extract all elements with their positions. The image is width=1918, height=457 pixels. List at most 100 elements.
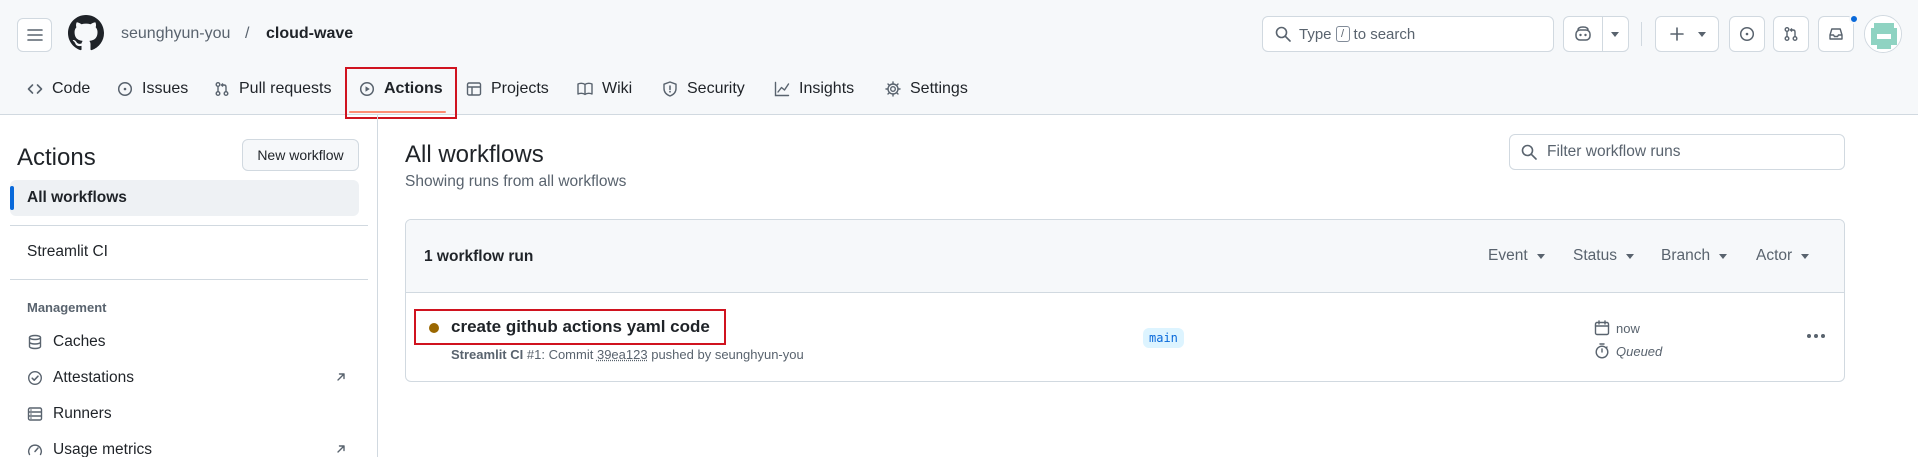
- chevron-down-icon: [1611, 31, 1620, 37]
- actions-tab-highlight-box: [345, 67, 457, 119]
- tab-projects[interactable]: Projects: [466, 77, 549, 101]
- sidebar-item-label: Caches: [53, 333, 106, 350]
- workflow-run-meta: Streamlit CI #1: Commit 39ea123 pushed b…: [451, 347, 804, 362]
- sidebar-item-label: Streamlit CI: [27, 243, 108, 260]
- plus-icon: [1669, 26, 1685, 42]
- sidebar-item-runners[interactable]: Runners: [10, 396, 359, 432]
- github-logo-icon[interactable]: [68, 15, 104, 51]
- calendar-icon: [1594, 320, 1610, 336]
- sidebar-border: [377, 115, 378, 457]
- git-pull-request-icon: [214, 81, 230, 97]
- commit-sha-link[interactable]: 39ea123: [597, 347, 648, 362]
- run-time-text: now: [1616, 320, 1640, 336]
- book-icon: [577, 81, 593, 97]
- chevron-down-icon: [1536, 253, 1545, 259]
- sidebar-item-streamlit-ci[interactable]: Streamlit CI: [10, 234, 359, 270]
- actor-filter-dropdown[interactable]: Actor: [1756, 247, 1810, 265]
- filter-workflow-runs-input[interactable]: Filter workflow runs: [1509, 134, 1845, 170]
- run-status-text: Queued: [1616, 343, 1663, 359]
- tab-issues[interactable]: Issues: [117, 77, 188, 101]
- copilot-button-group: [1563, 16, 1629, 52]
- notifications-button[interactable]: [1818, 16, 1854, 52]
- stopwatch-icon: [1594, 343, 1610, 359]
- sidebar-item-caches[interactable]: Caches: [10, 324, 359, 360]
- tab-pull-requests-label: Pull requests: [239, 80, 332, 97]
- global-search-input[interactable]: Type / to search: [1262, 16, 1554, 52]
- branch-filter-dropdown[interactable]: Branch: [1661, 247, 1728, 265]
- avatar[interactable]: [1864, 15, 1902, 53]
- sidebar-divider: [10, 225, 368, 226]
- kebab-dot: [1807, 334, 1811, 338]
- hamburger-icon: [26, 27, 43, 43]
- workflow-runs-count: 1 workflow run: [424, 248, 534, 265]
- filter-placeholder: Filter workflow runs: [1547, 143, 1681, 160]
- run-workflow-name: Streamlit CI: [451, 347, 524, 362]
- open-menu-button[interactable]: [17, 18, 52, 52]
- copilot-dropdown-button[interactable]: [1603, 17, 1628, 51]
- sidebar-divider: [10, 279, 368, 280]
- status-filter-dropdown[interactable]: Status: [1573, 247, 1634, 265]
- breadcrumb-repo[interactable]: cloud-wave: [266, 24, 353, 44]
- tab-settings-label: Settings: [910, 80, 968, 97]
- tab-wiki-label: Wiki: [602, 80, 633, 97]
- run-number: #1: [526, 347, 542, 362]
- tab-security-label: Security: [687, 80, 745, 97]
- sidebar-item-attestations[interactable]: Attestations: [10, 360, 359, 396]
- run-timestamp: now: [1594, 320, 1640, 336]
- run-title-highlight-box: [414, 309, 726, 345]
- copilot-button[interactable]: [1564, 17, 1603, 51]
- search-icon: [1521, 144, 1537, 160]
- external-link-icon: [335, 443, 347, 455]
- sidebar-item-label: All workflows: [27, 189, 127, 206]
- search-icon: [1275, 26, 1291, 42]
- sidebar-item-label: Runners: [53, 405, 112, 422]
- issue-opened-icon: [1739, 26, 1755, 42]
- event-filter-label: Event: [1488, 247, 1528, 264]
- your-pull-requests-button[interactable]: [1773, 16, 1809, 52]
- run-duration: Queued: [1594, 343, 1662, 359]
- run-pushed-by: pushed by seunghyun-you: [651, 347, 804, 362]
- chevron-down-icon: [1801, 253, 1810, 259]
- app-header: seunghyun-you / cloud-wave Type / to sea…: [0, 0, 1918, 119]
- tab-insights-label: Insights: [799, 80, 855, 97]
- your-issues-button[interactable]: [1729, 16, 1765, 52]
- breadcrumb-owner[interactable]: seunghyun-you: [121, 24, 230, 44]
- sidebar-item-all-workflows[interactable]: All workflows: [10, 180, 359, 216]
- tab-code[interactable]: Code: [27, 77, 90, 101]
- tab-projects-label: Projects: [491, 80, 549, 97]
- header-divider: [1641, 22, 1642, 46]
- event-filter-dropdown[interactable]: Event: [1488, 247, 1545, 265]
- create-new-button[interactable]: [1655, 16, 1719, 52]
- tab-security[interactable]: Security: [662, 77, 745, 101]
- search-prefix: Type: [1299, 25, 1332, 43]
- git-pull-request-icon: [1783, 26, 1799, 42]
- tab-insights[interactable]: Insights: [774, 77, 854, 101]
- chevron-down-icon: [1719, 253, 1728, 259]
- verified-icon: [27, 370, 43, 386]
- graph-icon: [774, 81, 790, 97]
- tab-wiki[interactable]: Wiki: [577, 77, 632, 101]
- tab-issues-label: Issues: [142, 80, 189, 97]
- run-more-options-button[interactable]: [1801, 324, 1831, 348]
- workflow-runs-header: 1 workflow run Event Status Branch Actor: [406, 220, 1844, 293]
- branch-filter-label: Branch: [1661, 247, 1711, 264]
- breadcrumb-separator: /: [245, 25, 250, 42]
- sidebar-title: Actions: [17, 144, 96, 171]
- new-workflow-button[interactable]: New workflow: [242, 139, 359, 171]
- tab-pull-requests[interactable]: Pull requests: [214, 77, 332, 101]
- run-commit-label: : Commit: [541, 347, 594, 362]
- issue-opened-icon: [117, 81, 133, 97]
- page-subtitle: Showing runs from all workflows: [405, 173, 627, 190]
- tab-settings[interactable]: Settings: [885, 77, 968, 101]
- gear-icon: [885, 81, 901, 97]
- page-title: All workflows: [405, 141, 544, 168]
- sidebar-item-usage-metrics[interactable]: Usage metrics: [10, 432, 359, 457]
- branch-badge[interactable]: main: [1143, 328, 1184, 348]
- kebab-dot: [1821, 334, 1825, 338]
- shield-icon: [662, 81, 678, 97]
- status-filter-label: Status: [1573, 247, 1617, 264]
- tab-code-label: Code: [52, 80, 91, 97]
- external-link-icon: [335, 371, 347, 383]
- table-icon: [466, 81, 482, 97]
- inbox-icon: [1828, 26, 1844, 42]
